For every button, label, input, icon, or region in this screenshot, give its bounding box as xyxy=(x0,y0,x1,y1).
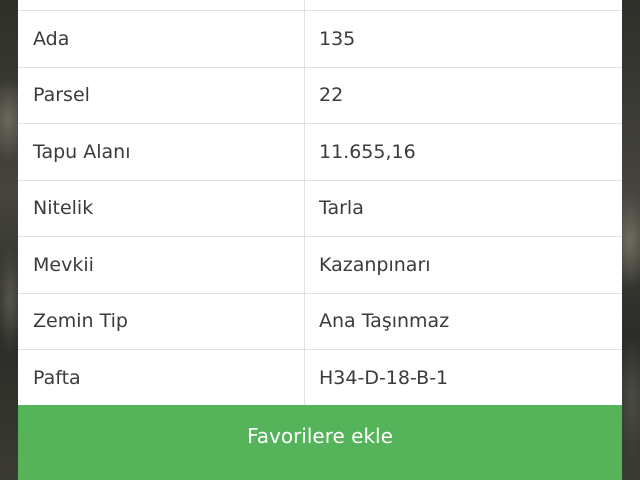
row-label: Tapu Alanı xyxy=(18,124,305,180)
row-label: Mevkii xyxy=(18,237,305,293)
table-row-pafta: Pafta H34-D-18-B-1 xyxy=(18,349,622,406)
row-label: Zemin Tip xyxy=(18,293,305,349)
add-to-favorites-button[interactable]: Favorilere ekle xyxy=(18,405,622,480)
row-value: Kazanpınarı xyxy=(319,253,431,276)
row-label: Nitelik xyxy=(18,180,305,236)
row-value: H34-D-18-B-1 xyxy=(319,366,449,389)
row-label: Parsel xyxy=(18,67,305,123)
row-value: 22 xyxy=(319,84,344,107)
parcel-info-table: Ada 135 Parsel 22 Tapu Alanı 11.655,16 N… xyxy=(18,0,622,406)
row-value: 11.655,16 xyxy=(319,140,416,163)
table-row-nitelik: Nitelik Tarla xyxy=(18,179,622,236)
parcel-info-panel: Ada 135 Parsel 22 Tapu Alanı 11.655,16 N… xyxy=(18,0,622,480)
table-row-zemin-tip: Zemin Tip Ana Taşınmaz xyxy=(18,292,622,349)
row-label: Pafta xyxy=(18,350,305,406)
row-label: Ada xyxy=(18,11,305,67)
row-value: 135 xyxy=(319,27,356,50)
table-row-partial xyxy=(18,0,622,10)
table-row-parsel: Parsel 22 xyxy=(18,66,622,123)
table-row-ada: Ada 135 xyxy=(18,10,622,67)
table-row-tapu-alani: Tapu Alanı 11.655,16 xyxy=(18,123,622,180)
row-value: Ana Taşınmaz xyxy=(319,310,450,333)
table-row-mevkii: Mevkii Kazanpınarı xyxy=(18,236,622,293)
row-value: Tarla xyxy=(319,197,364,220)
